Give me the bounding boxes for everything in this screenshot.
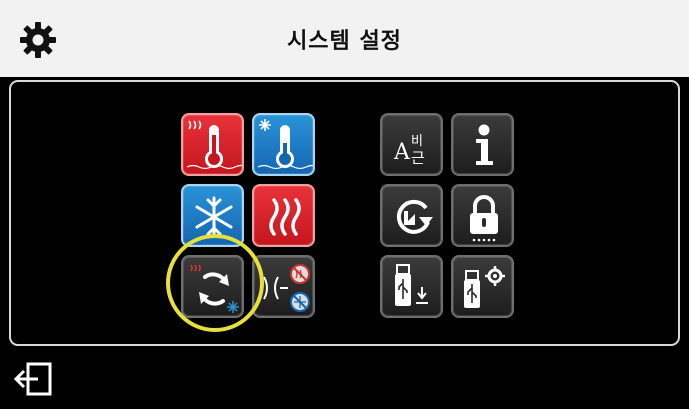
heating-temperature-button[interactable] [181, 113, 244, 176]
lock-button[interactable] [451, 184, 514, 247]
information-button[interactable] [451, 113, 514, 176]
cooling-temperature-button[interactable] [252, 113, 315, 176]
heat-waves-icon [269, 198, 301, 236]
highlight-ring [166, 234, 264, 332]
reset-button[interactable] [380, 184, 443, 247]
language-icon: A 비 근 [393, 134, 425, 167]
exit-icon[interactable] [13, 361, 54, 397]
usb-download-icon [395, 264, 428, 306]
thermometer-heat-icon [186, 120, 242, 170]
language-button[interactable]: A 비 근 [380, 113, 443, 176]
usb-settings-button[interactable] [451, 255, 514, 318]
svg-text:비: 비 [411, 134, 423, 149]
svg-text:A: A [393, 140, 411, 165]
settings-panel [9, 80, 680, 346]
factory-reset-icon [396, 199, 433, 234]
thermometer-snow-icon [257, 119, 313, 170]
header-bar: 시스템 설정 [0, 0, 689, 77]
usb-settings-icon [464, 266, 505, 308]
heating-mode-button[interactable] [252, 184, 315, 247]
usb-download-button[interactable] [380, 255, 443, 318]
lock-icon [470, 195, 498, 242]
page-title: 시스템 설정 [287, 28, 402, 54]
info-icon [476, 124, 493, 165]
gear-icon[interactable] [17, 19, 59, 61]
svg-text:근: 근 [411, 149, 425, 167]
